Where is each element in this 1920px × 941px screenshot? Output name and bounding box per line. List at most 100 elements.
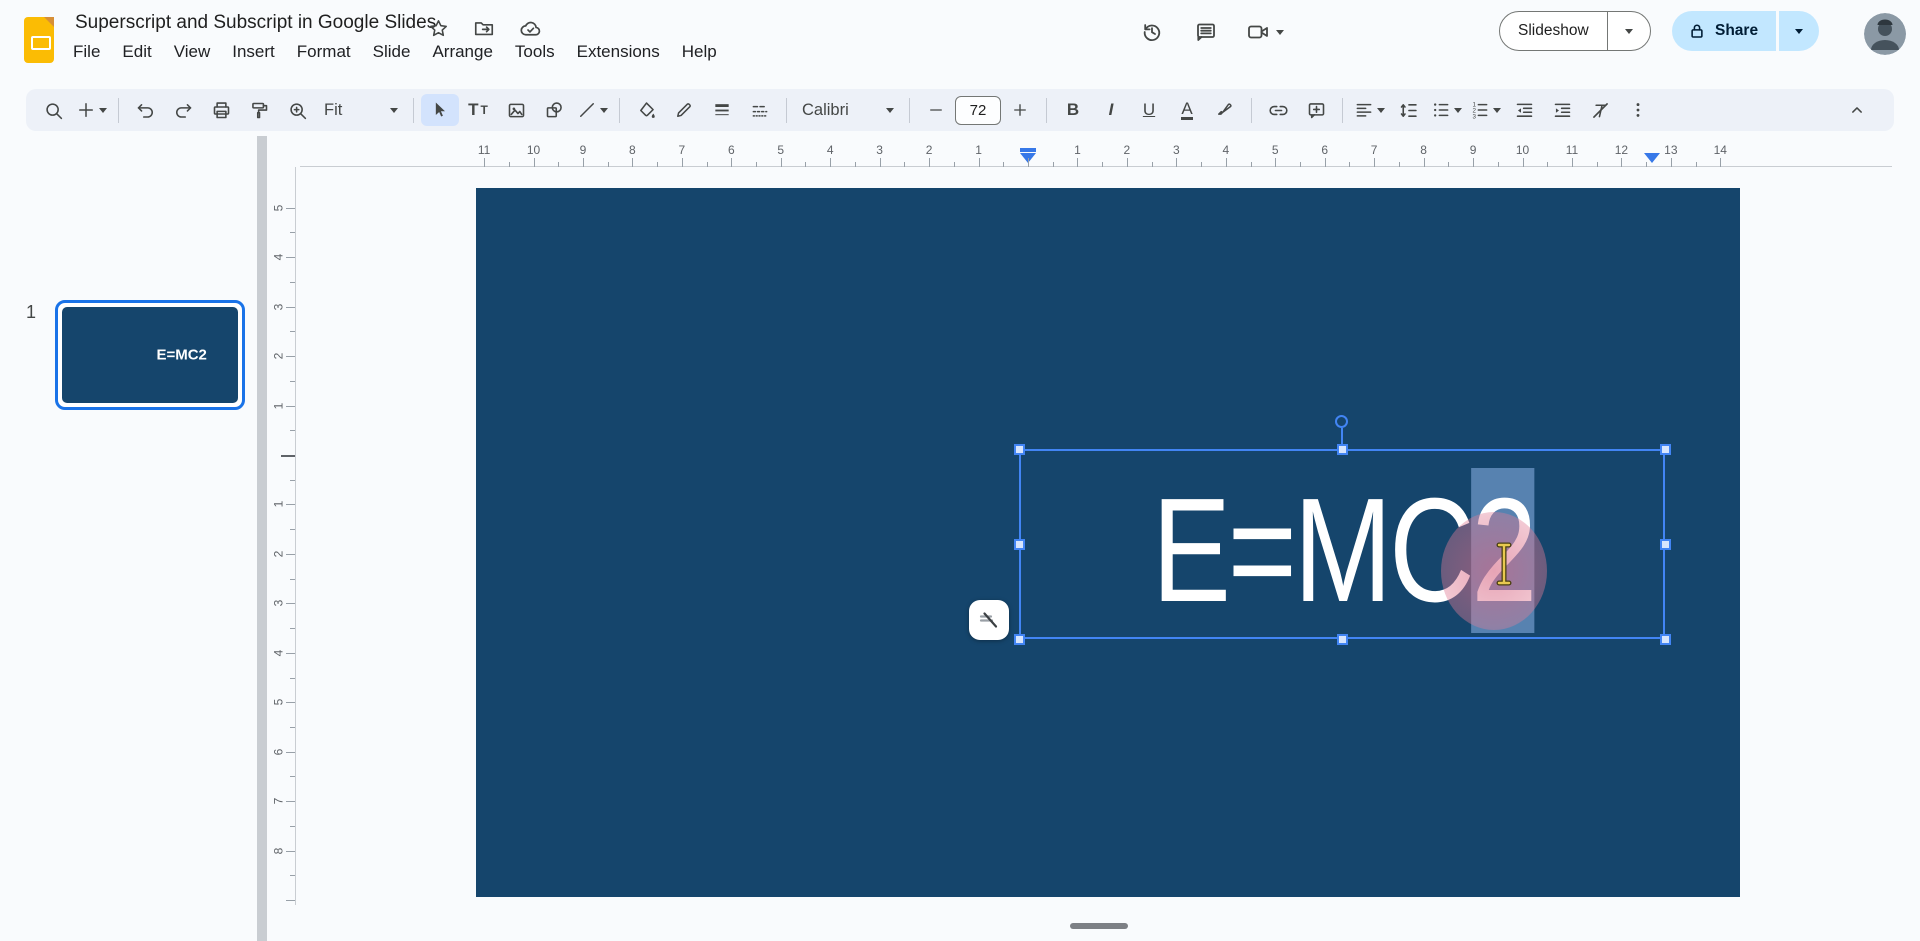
rotation-handle[interactable] xyxy=(1335,415,1348,428)
bulleted-list-button[interactable] xyxy=(1427,94,1466,126)
chevron-down-icon xyxy=(886,108,894,113)
menu-item-extensions[interactable]: Extensions xyxy=(566,38,671,66)
numbered-list-button[interactable]: 123 xyxy=(1466,94,1505,126)
slideshow-options-button[interactable] xyxy=(1608,29,1650,34)
horizontal-ruler: 11109876543211234567891011121314 xyxy=(0,139,1920,167)
align-button[interactable] xyxy=(1350,94,1389,126)
h-ruler-label: 9 xyxy=(1470,143,1477,157)
insert-line-button[interactable] xyxy=(573,94,612,126)
menus-search-button[interactable] xyxy=(34,94,72,126)
h-ruler-tick xyxy=(1473,158,1474,167)
first-line-indent-marker[interactable] xyxy=(1020,148,1036,152)
v-ruler-tick xyxy=(286,208,295,209)
menu-item-slide[interactable]: Slide xyxy=(362,38,422,66)
resize-handle-top-right[interactable] xyxy=(1660,444,1671,455)
filmstrip-scrollbar[interactable] xyxy=(257,136,267,941)
document-title[interactable]: Superscript and Subscript in Google Slid… xyxy=(75,12,436,34)
insert-shape-button[interactable] xyxy=(535,94,573,126)
h-ruler-tick xyxy=(1424,158,1425,167)
undo-button[interactable] xyxy=(126,94,164,126)
comments-icon[interactable] xyxy=(1192,18,1220,46)
v-ruler-tick xyxy=(286,801,295,802)
horizontal-ruler-line xyxy=(300,166,1892,167)
border-dash-button[interactable] xyxy=(741,94,779,126)
border-color-button[interactable] xyxy=(665,94,703,126)
header: Superscript and Subscript in Google Slid… xyxy=(0,0,1920,88)
version-history-icon[interactable] xyxy=(1138,18,1166,46)
account-avatar[interactable] xyxy=(1864,13,1906,55)
menu-item-format[interactable]: Format xyxy=(286,38,362,66)
font-size-input[interactable]: 72 xyxy=(955,96,1001,125)
resize-handle-top-middle[interactable] xyxy=(1337,444,1348,455)
increase-font-size-button[interactable] xyxy=(1001,94,1039,126)
v-ruler-tick xyxy=(290,331,295,332)
bold-button[interactable]: B xyxy=(1054,94,1092,126)
redo-button[interactable] xyxy=(164,94,202,126)
menu-item-help[interactable]: Help xyxy=(671,38,728,66)
v-ruler-label: 6 xyxy=(272,748,286,755)
resize-handle-middle-left[interactable] xyxy=(1014,539,1025,550)
h-ruler-tick xyxy=(632,158,633,167)
clear-formatting-button[interactable] xyxy=(1581,94,1619,126)
resize-handle-middle-right[interactable] xyxy=(1660,539,1671,550)
zoom-button[interactable] xyxy=(278,94,316,126)
resize-handle-bottom-right[interactable] xyxy=(1660,634,1671,645)
increase-indent-button[interactable] xyxy=(1543,94,1581,126)
fill-color-button[interactable] xyxy=(627,94,665,126)
logo-page-glyph xyxy=(31,36,51,50)
menu-item-arrange[interactable]: Arrange xyxy=(421,38,503,66)
google-slides-logo[interactable] xyxy=(24,17,54,63)
insert-image-button[interactable] xyxy=(497,94,535,126)
slideshow-button[interactable]: Slideshow xyxy=(1499,11,1651,51)
menu-item-file[interactable]: File xyxy=(62,38,111,66)
add-comment-button[interactable] xyxy=(1297,94,1335,126)
v-ruler-label: 1 xyxy=(272,402,286,409)
v-ruler-label: 4 xyxy=(272,254,286,261)
select-tool-button[interactable] xyxy=(421,94,459,126)
autofit-indicator-button[interactable] xyxy=(969,600,1009,640)
h-ruler-tick xyxy=(1547,162,1548,167)
menu-item-insert[interactable]: Insert xyxy=(221,38,286,66)
font-family-select[interactable]: Calibri xyxy=(794,94,902,126)
text-color-button[interactable]: A xyxy=(1168,94,1206,126)
print-button[interactable] xyxy=(202,94,240,126)
h-ruler-tick xyxy=(1003,162,1004,167)
underline-button[interactable]: U xyxy=(1130,94,1168,126)
v-ruler-label: 2 xyxy=(272,353,286,360)
decrease-indent-button[interactable] xyxy=(1505,94,1543,126)
text-box-button[interactable]: TT xyxy=(459,94,497,126)
slide-thumbnail[interactable]: E=MC2 xyxy=(55,300,245,410)
new-slide-button[interactable] xyxy=(72,94,111,126)
highlight-color-button[interactable] xyxy=(1206,94,1244,126)
insert-link-button[interactable] xyxy=(1259,94,1297,126)
italic-button[interactable]: I xyxy=(1092,94,1130,126)
text-box-selection[interactable] xyxy=(1019,449,1665,639)
share-options-button[interactable] xyxy=(1779,11,1819,51)
h-ruler-label: 4 xyxy=(1222,143,1229,157)
speaker-notes-handle[interactable] xyxy=(1070,923,1128,929)
decrease-font-size-button[interactable] xyxy=(917,94,955,126)
h-ruler-tick xyxy=(534,158,535,167)
menu-item-edit[interactable]: Edit xyxy=(111,38,162,66)
zoom-fit-select[interactable]: Fit xyxy=(316,94,406,126)
menu-item-tools[interactable]: Tools xyxy=(504,38,566,66)
resize-handle-bottom-left[interactable] xyxy=(1014,634,1025,645)
border-weight-button[interactable] xyxy=(703,94,741,126)
line-spacing-button[interactable] xyxy=(1389,94,1427,126)
resize-handle-top-left[interactable] xyxy=(1014,444,1025,455)
h-ruler-label: 2 xyxy=(1124,143,1131,157)
paint-format-button[interactable] xyxy=(240,94,278,126)
v-ruler-tick xyxy=(286,702,295,703)
h-ruler-tick xyxy=(707,162,708,167)
share-button[interactable]: Share xyxy=(1672,11,1776,51)
resize-handle-bottom-middle[interactable] xyxy=(1337,634,1348,645)
meet-camera-button[interactable] xyxy=(1246,20,1284,44)
hide-menus-button[interactable] xyxy=(1838,94,1876,126)
h-ruler-tick xyxy=(1621,158,1622,167)
h-ruler-label: 5 xyxy=(1272,143,1279,157)
menu-item-view[interactable]: View xyxy=(163,38,222,66)
v-ruler-tick xyxy=(286,554,295,555)
h-ruler-label: 14 xyxy=(1714,143,1727,157)
more-options-button[interactable] xyxy=(1619,94,1657,126)
v-ruler-tick xyxy=(286,851,295,852)
